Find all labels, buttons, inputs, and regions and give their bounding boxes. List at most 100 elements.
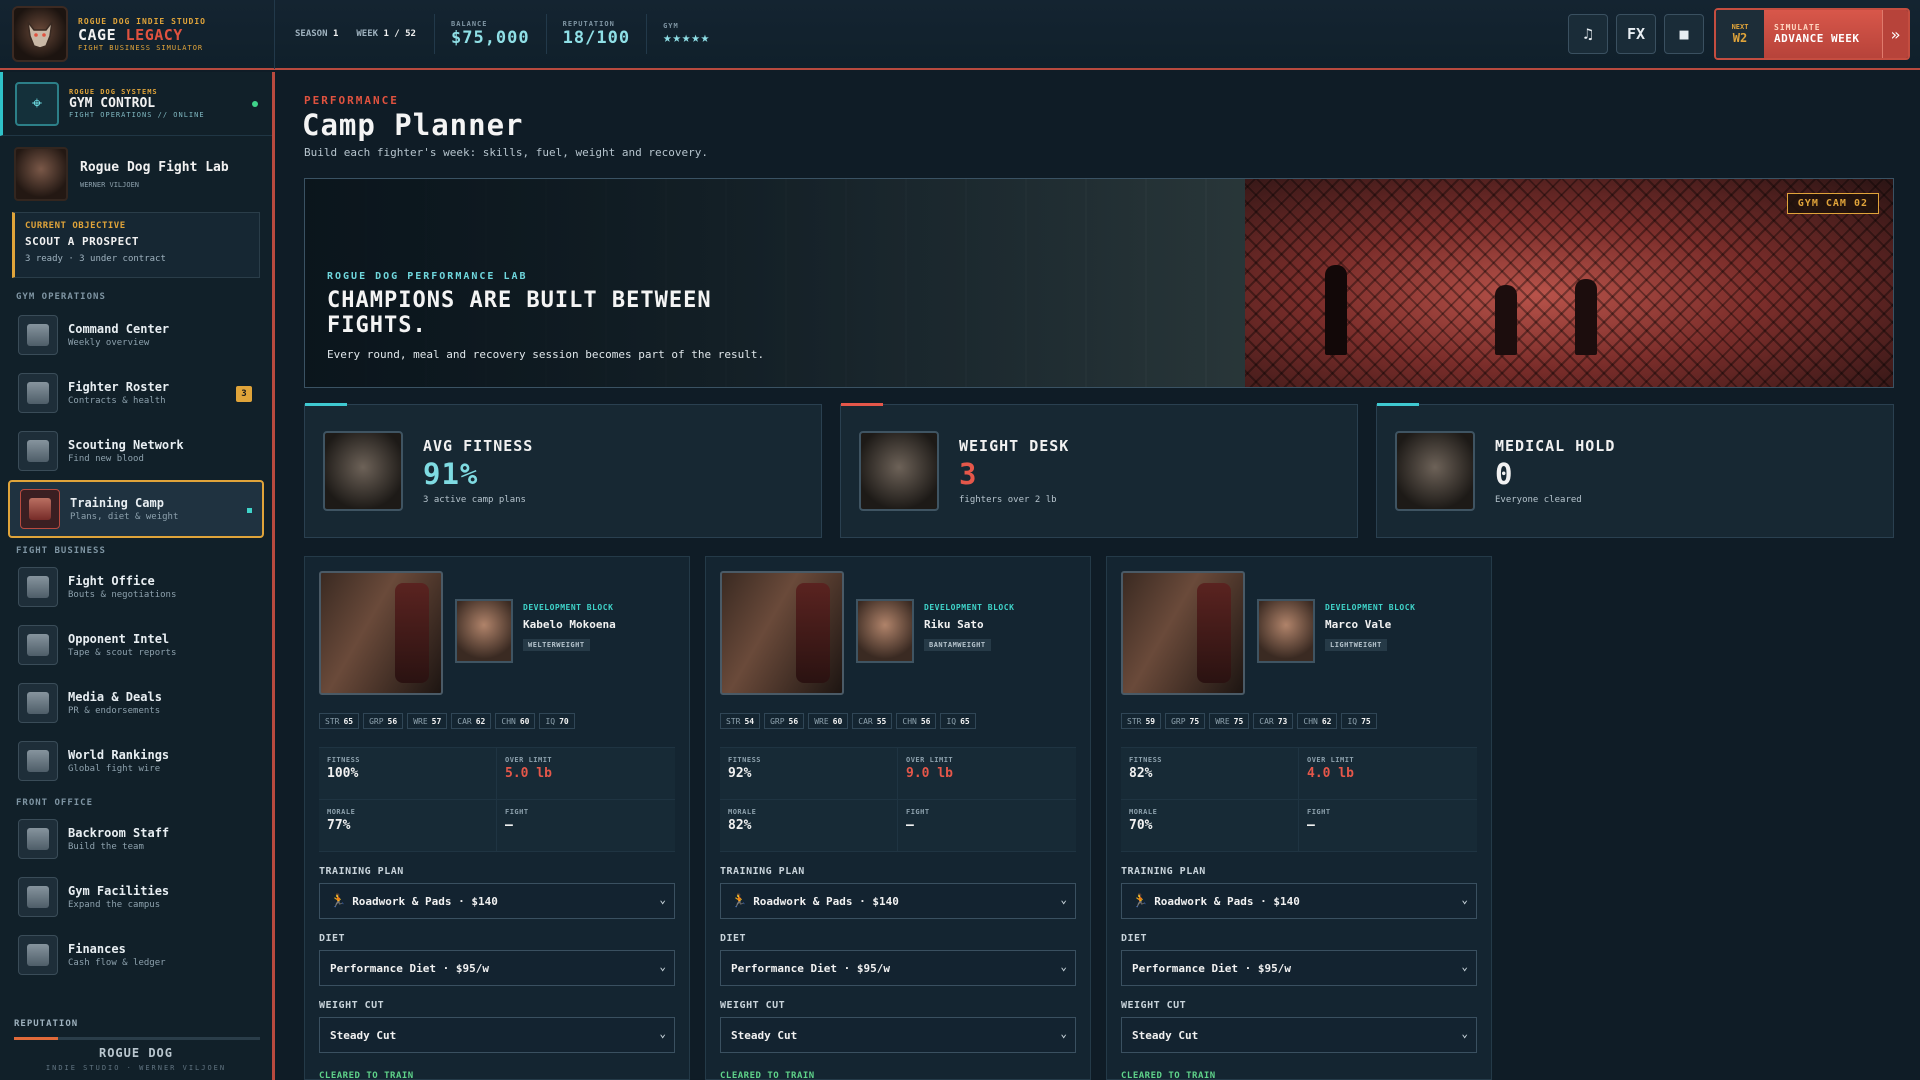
vitals-grid: FITNESS 92% OVER LIMIT 9.0 lb MORALE 82% FI… bbox=[720, 747, 1076, 852]
sidebar-item-opponent-intel[interactable]: Opponent Intel Tape & scout reports bbox=[0, 616, 272, 674]
cleared-status: CLEARED TO TRAIN bbox=[720, 1071, 815, 1080]
hero-kicker: ROGUE DOG PERFORMANCE LAB bbox=[327, 271, 528, 282]
season-indicator: SEASON 1 bbox=[295, 29, 339, 39]
studio-footer: ROGUE DOG INDIE STUDIO · WERNER VILJOEN bbox=[45, 1046, 227, 1072]
weight-class-badge: WELTERWEIGHT bbox=[523, 639, 590, 651]
scouting-icon bbox=[18, 431, 58, 471]
attr-iq: IQ 65 bbox=[940, 713, 976, 729]
training-plan-select[interactable]: 🏃 Roadwork & Pads · $140 ⌄ bbox=[720, 883, 1076, 919]
sidebar-item-world-rankings[interactable]: World Rankings Global fight wire bbox=[0, 732, 272, 790]
fighter-card: DEVELOPMENT BLOCK Kabelo Mokoena WELTERW… bbox=[304, 556, 690, 1080]
weight-class-badge: BANTAMWEIGHT bbox=[924, 639, 991, 651]
diet-select[interactable]: Performance Diet · $95/w ⌄ bbox=[1121, 950, 1477, 986]
vitals-grid: FITNESS 100% OVER LIMIT 5.0 lb MORALE 77% F… bbox=[319, 747, 675, 852]
fight-stat: FIGHT — bbox=[497, 800, 675, 852]
sidebar-item-fight-office[interactable]: Fight Office Bouts & negotiations bbox=[0, 558, 272, 616]
gym-profile-card[interactable]: Rogue Dog Fight Lab WERNER VILJOEN bbox=[0, 136, 272, 212]
chevron-down-icon: ⌄ bbox=[659, 893, 666, 906]
weight-cut-select[interactable]: Steady Cut ⌄ bbox=[1121, 1017, 1477, 1053]
page-kicker: PERFORMANCE bbox=[304, 94, 399, 107]
brand-studio: ROGUE DOG INDIE STUDIO bbox=[78, 16, 206, 26]
balance-stat: BALANCE $75,000 bbox=[433, 14, 546, 54]
dog-logo-icon bbox=[12, 6, 68, 62]
runner-icon: 🏃 bbox=[731, 893, 748, 909]
attr-car: CAR 62 bbox=[451, 713, 492, 729]
brand: ROGUE DOG INDIE STUDIO CAGE LEGACY FIGHT… bbox=[0, 0, 275, 69]
sidebar-item-gym-facilities[interactable]: Gym Facilities Expand the campus bbox=[0, 868, 272, 926]
opponent-intel-icon bbox=[18, 625, 58, 665]
morale-stat: MORALE 82% bbox=[720, 800, 898, 852]
kpi-weight-desk: WEIGHT DESK 3 fighters over 2 lb bbox=[840, 403, 1358, 538]
advance-week-button[interactable]: NEXT W2 SIMULATE ADVANCE WEEK » bbox=[1714, 8, 1910, 60]
vitals-grid: FITNESS 82% OVER LIMIT 4.0 lb MORALE 70% FI… bbox=[1121, 747, 1477, 852]
fight-stat: FIGHT — bbox=[1299, 800, 1477, 852]
training-plan-select[interactable]: 🏃 Roadwork & Pads · $140 ⌄ bbox=[319, 883, 675, 919]
attr-str: STR 65 bbox=[319, 713, 360, 729]
medical-hold-value: 0 bbox=[1495, 457, 1514, 491]
gym-owner: WERNER VILJOEN bbox=[80, 180, 140, 189]
sidebar: ⌖ ROGUE DOG SYSTEMS GYM CONTROL FIGHT OP… bbox=[0, 72, 275, 1080]
section-front-office: FRONT OFFICE bbox=[16, 798, 94, 808]
page-subtitle: Build each fighter's week: skills, fuel,… bbox=[304, 146, 708, 159]
reputation-stat: REPUTATION 18/100 bbox=[545, 14, 646, 54]
chevron-down-icon: ⌄ bbox=[1461, 1027, 1468, 1040]
gym-control-header: ⌖ ROGUE DOG SYSTEMS GYM CONTROL FIGHT OP… bbox=[0, 72, 272, 136]
objective-title: SCOUT A PROSPECT bbox=[25, 235, 139, 248]
sidebar-item-fighter-roster[interactable]: Fighter Roster Contracts & health 3 bbox=[0, 364, 272, 422]
staff-icon bbox=[18, 819, 58, 859]
rankings-icon bbox=[18, 741, 58, 781]
fight-office-icon bbox=[18, 567, 58, 607]
sidebar-item-training-camp[interactable]: Training Camp Plans, diet & weight bbox=[8, 480, 264, 538]
sidebar-item-finances[interactable]: Finances Cash flow & ledger bbox=[0, 926, 272, 984]
chevron-down-icon: ⌄ bbox=[659, 1027, 666, 1040]
weight-cut-select[interactable]: Steady Cut ⌄ bbox=[720, 1017, 1076, 1053]
fighter-card: DEVELOPMENT BLOCK Marco Vale LIGHTWEIGHT… bbox=[1106, 556, 1492, 1080]
fx-toggle-button[interactable]: FX bbox=[1616, 14, 1656, 54]
chevron-down-icon: ⌄ bbox=[1060, 893, 1067, 906]
stop-icon: ■ bbox=[1679, 25, 1689, 43]
command-center-icon bbox=[18, 315, 58, 355]
current-objective[interactable]: CURRENT OBJECTIVE SCOUT A PROSPECT 3 rea… bbox=[12, 212, 260, 278]
kpi-row: AVG FITNESS 91% 3 active camp plans WEIG… bbox=[304, 403, 1894, 538]
gym-control-title: GYM CONTROL bbox=[69, 96, 156, 111]
gym-stars-icon: ★★★★★ bbox=[663, 30, 711, 46]
training-image bbox=[1121, 571, 1245, 695]
game-title: CAGE LEGACY bbox=[78, 25, 183, 44]
balance-value: $75,000 bbox=[450, 28, 530, 48]
attr-grp: GRP 56 bbox=[363, 713, 404, 729]
fighter-portrait bbox=[455, 599, 513, 663]
music-toggle-button[interactable]: ♫ bbox=[1568, 14, 1608, 54]
attr-str: STR 54 bbox=[720, 713, 761, 729]
stop-button[interactable]: ■ bbox=[1664, 14, 1704, 54]
weight-desk-value: 3 bbox=[959, 457, 978, 491]
attr-wre: WRE 57 bbox=[407, 713, 448, 729]
gym-cam-tag: GYM CAM 02 bbox=[1786, 193, 1879, 214]
main-content: PERFORMANCE Camp Planner Build each figh… bbox=[278, 72, 1920, 1080]
training-plan-select[interactable]: 🏃 Roadwork & Pads · $140 ⌄ bbox=[1121, 883, 1477, 919]
weight-class-badge: LIGHTWEIGHT bbox=[1325, 639, 1387, 651]
sidebar-item-scouting-network[interactable]: Scouting Network Find new blood bbox=[0, 422, 272, 480]
sidebar-item-command-center[interactable]: Command Center Weekly overview bbox=[0, 306, 272, 364]
fighter-portrait bbox=[1257, 599, 1315, 663]
attr-chn: CHN 62 bbox=[1297, 713, 1338, 729]
diet-select[interactable]: Performance Diet · $95/w ⌄ bbox=[720, 950, 1076, 986]
sidebar-item-backroom-staff[interactable]: Backroom Staff Build the team bbox=[0, 810, 272, 868]
kpi-avg-fitness: AVG FITNESS 91% 3 active camp plans bbox=[304, 403, 822, 538]
weight-cut-select[interactable]: Steady Cut ⌄ bbox=[319, 1017, 675, 1053]
over-limit-stat: OVER LIMIT 5.0 lb bbox=[497, 748, 675, 800]
section-fight-business: FIGHT BUSINESS bbox=[16, 546, 106, 556]
reputation-meter: REPUTATION bbox=[14, 1019, 260, 1040]
punching-bag-image bbox=[323, 431, 403, 511]
roster-icon bbox=[18, 373, 58, 413]
attr-str: STR 59 bbox=[1121, 713, 1162, 729]
chevron-down-icon: ⌄ bbox=[1060, 960, 1067, 973]
crosshair-icon: ⌖ bbox=[15, 81, 59, 126]
sidebar-item-media-deals[interactable]: Media & Deals PR & endorsements bbox=[0, 674, 272, 732]
fighter-camp-cards: DEVELOPMENT BLOCK Kabelo Mokoena WELTERW… bbox=[304, 556, 1507, 1080]
diet-select[interactable]: Performance Diet · $95/w ⌄ bbox=[319, 950, 675, 986]
objective-status: 3 ready · 3 under contract bbox=[25, 254, 166, 264]
attr-iq: IQ 75 bbox=[1341, 713, 1377, 729]
cleared-status: CLEARED TO TRAIN bbox=[319, 1071, 414, 1080]
training-camp-icon bbox=[20, 489, 60, 529]
attribute-row: STR 59 GRP 75 WRE 75 CAR 73 CHN 62 IQ 75 bbox=[1121, 713, 1477, 729]
